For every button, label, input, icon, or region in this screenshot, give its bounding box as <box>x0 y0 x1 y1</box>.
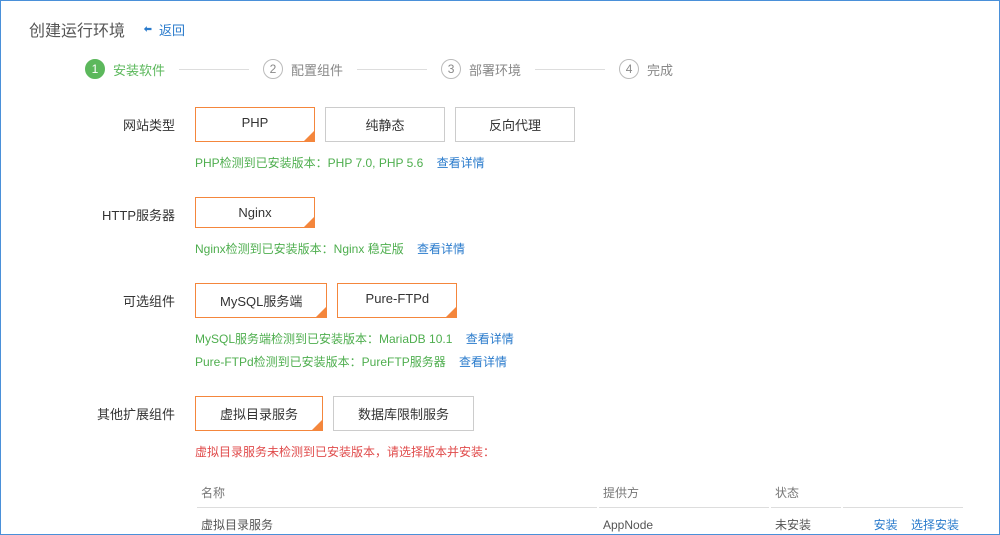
http-server-hint: Nginx检测到已安装版本：Nginx 稳定版 <box>195 242 404 256</box>
ftpd-detail-link[interactable]: 查看详情 <box>459 355 507 369</box>
page-title: 创建运行环境 <box>29 17 125 41</box>
mysql-hint: MySQL服务端检测到已安装版本：MariaDB 10.1 <box>195 332 452 346</box>
site-type-option-reverse-proxy[interactable]: 反向代理 <box>455 107 575 142</box>
step-4: 4 完成 <box>619 59 673 79</box>
cell-name: 虚拟目录服务 <box>197 510 597 535</box>
install-table: 名称 提供方 状态 虚拟目录服务 AppNode 未安装 安装 <box>195 476 965 535</box>
site-type-detail-link[interactable]: 查看详情 <box>437 156 485 170</box>
site-type-option-static[interactable]: 纯静态 <box>325 107 445 142</box>
step-3: 3 部署环境 <box>441 59 521 79</box>
extensions-label: 其他扩展组件 <box>85 396 195 423</box>
step-4-num: 4 <box>619 59 639 79</box>
install-action[interactable]: 安装 <box>874 518 898 532</box>
th-status: 状态 <box>771 478 841 508</box>
step-separator <box>535 69 605 70</box>
mysql-detail-link[interactable]: 查看详情 <box>466 332 514 346</box>
cell-vendor: AppNode <box>599 510 769 535</box>
step-1-label: 安装软件 <box>113 60 165 79</box>
step-2-num: 2 <box>263 59 283 79</box>
ext-option-vhost-dir[interactable]: 虚拟目录服务 <box>195 396 323 431</box>
step-4-label: 完成 <box>647 60 673 79</box>
th-vendor: 提供方 <box>599 478 769 508</box>
ext-option-db-limit[interactable]: 数据库限制服务 <box>333 396 474 431</box>
cell-status: 未安装 <box>771 510 841 535</box>
optional-label: 可选组件 <box>85 283 195 310</box>
http-server-detail-link[interactable]: 查看详情 <box>417 242 465 256</box>
site-type-hint: PHP检测到已安装版本：PHP 7.0, PHP 5.6 <box>195 156 423 170</box>
stepper: 1 安装软件 2 配置组件 3 部署环境 4 完成 <box>85 59 971 79</box>
ext-warning: 虚拟目录服务未检测到已安装版本，请选择版本并安装： <box>195 445 495 459</box>
select-install-action[interactable]: 选择安装 <box>911 518 959 532</box>
step-3-label: 部署环境 <box>469 60 521 79</box>
ftpd-hint: Pure-FTPd检测到已安装版本：PureFTP服务器 <box>195 355 446 369</box>
http-server-option-nginx[interactable]: Nginx <box>195 197 315 228</box>
table-row: 虚拟目录服务 AppNode 未安装 安装 选择安装 <box>197 510 963 535</box>
back-link[interactable]: 返回 <box>141 20 185 39</box>
http-server-label: HTTP服务器 <box>85 197 195 224</box>
step-1-num: 1 <box>85 59 105 79</box>
site-type-option-php[interactable]: PHP <box>195 107 315 142</box>
back-arrow-icon <box>141 22 155 36</box>
step-separator <box>179 69 249 70</box>
step-2-label: 配置组件 <box>291 60 343 79</box>
optional-option-pureftpd[interactable]: Pure-FTPd <box>337 283 457 318</box>
step-3-num: 3 <box>441 59 461 79</box>
step-2: 2 配置组件 <box>263 59 343 79</box>
back-link-label: 返回 <box>159 20 185 39</box>
step-1: 1 安装软件 <box>85 59 165 79</box>
th-name: 名称 <box>197 478 597 508</box>
site-type-label: 网站类型 <box>85 107 195 134</box>
optional-option-mysql[interactable]: MySQL服务端 <box>195 283 327 318</box>
step-separator <box>357 69 427 70</box>
